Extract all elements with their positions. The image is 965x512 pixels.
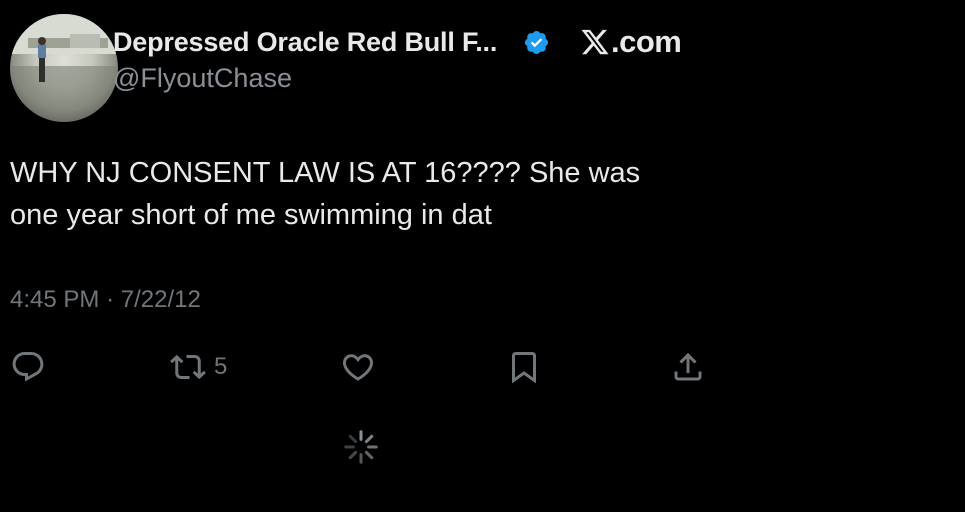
x-logo-icon xyxy=(581,29,609,55)
share-button[interactable] xyxy=(670,349,706,385)
tweet-text-line: WHY NJ CONSENT LAW IS AT 16???? She was xyxy=(10,157,641,189)
user-handle[interactable]: @FlyoutChase xyxy=(113,63,292,94)
retweet-icon xyxy=(170,354,206,380)
retweet-button[interactable]: 5 xyxy=(170,349,227,385)
like-button[interactable] xyxy=(340,349,376,385)
reply-icon xyxy=(12,352,44,382)
tweet-text-line: one year short of me swimming in dat xyxy=(10,199,492,231)
bookmark-button[interactable] xyxy=(506,349,542,385)
tweet-time: 4:45 PM xyxy=(10,286,100,313)
loading-spinner-icon xyxy=(344,430,378,464)
timestamp-separator: · xyxy=(106,286,115,313)
display-name[interactable]: Depressed Oracle Red Bull F... xyxy=(113,27,497,58)
brand-logo: .com xyxy=(580,24,682,59)
avatar[interactable] xyxy=(10,14,118,122)
profile-photo xyxy=(10,14,118,122)
bookmark-icon xyxy=(512,352,536,384)
verified-badge-icon xyxy=(524,30,549,55)
brand-suffix: .com xyxy=(611,24,682,59)
tweet-date: 7/22/12 xyxy=(120,286,201,313)
reply-button[interactable] xyxy=(10,349,46,385)
tweet-timestamp[interactable]: 4:45 PM · 7/22/12 xyxy=(10,286,201,314)
retweet-count: 5 xyxy=(214,353,228,380)
heart-icon xyxy=(342,354,374,381)
share-icon xyxy=(674,352,702,381)
tweet-text: WHY NJ CONSENT LAW IS AT 16???? She was … xyxy=(10,152,730,236)
